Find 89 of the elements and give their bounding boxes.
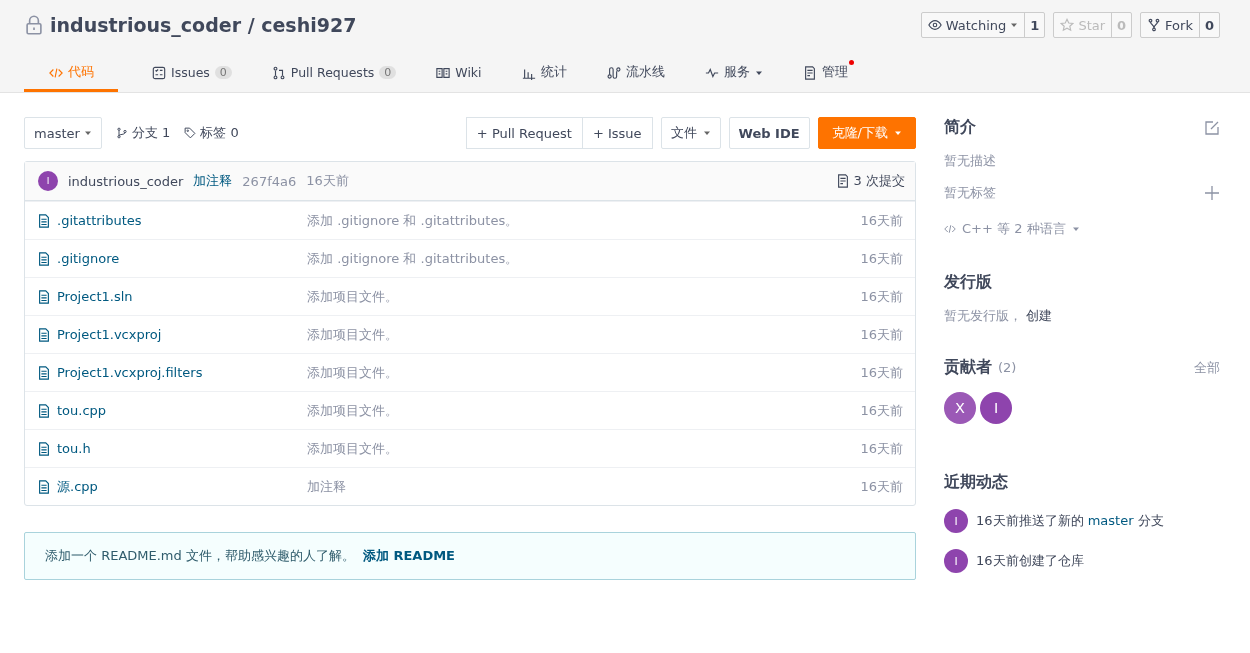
file-icon (37, 403, 51, 418)
caret-icon (1071, 225, 1080, 233)
file-icon (37, 251, 51, 266)
section-title: 贡献者 (944, 357, 992, 378)
file-name[interactable]: tou.cpp (37, 403, 307, 418)
repo-action-count[interactable]: 0 (1198, 13, 1219, 37)
nav-tab[interactable]: 服务 (684, 56, 783, 92)
branch-link[interactable]: master (1087, 513, 1134, 528)
fork-icon (1147, 18, 1162, 32)
lock-icon (24, 15, 44, 35)
pulse-icon (704, 65, 719, 80)
edit-icon (1204, 119, 1220, 136)
file-icon (37, 213, 51, 228)
author-avatar[interactable]: I (38, 171, 58, 191)
nav-tab[interactable]: 统计 (501, 56, 587, 92)
commit-message[interactable]: 加注释 (193, 172, 233, 190)
create-release-link[interactable]: 创建 (1026, 308, 1053, 323)
commit-author[interactable]: industrious_coder (68, 173, 184, 189)
user-avatar[interactable]: I (944, 509, 968, 533)
file-time: 16天前 (860, 325, 903, 344)
create-button[interactable]: + Pull Request (465, 117, 583, 149)
file-name[interactable]: Project1.sln (37, 289, 307, 304)
document-icon (835, 174, 850, 188)
file-name[interactable]: .gitattributes (37, 213, 307, 228)
file-name[interactable]: Project1.vcxproj.filters (37, 365, 307, 380)
file-time: 16天前 (860, 439, 903, 458)
commit-time: 16天前 (306, 172, 349, 190)
commit-count-link[interactable]: 3 次提交 (835, 172, 905, 190)
repo-action-button[interactable]: Watching (921, 13, 1025, 37)
repo-action-button[interactable]: Fork (1141, 13, 1199, 37)
code-icon (944, 223, 956, 235)
nav-tab[interactable]: Wiki (416, 56, 502, 92)
file-time: 16天前 (860, 211, 903, 230)
document-icon (802, 65, 817, 80)
branch-count[interactable]: 分支 1 (115, 124, 171, 142)
contributor-count: (2) (998, 360, 1017, 375)
caret-icon (1010, 21, 1019, 29)
nav-tab[interactable]: 管理 (782, 56, 868, 92)
branch-select[interactable]: master (24, 117, 102, 149)
file-icon (37, 289, 51, 304)
pipeline-icon (606, 65, 621, 80)
create-button[interactable]: + Issue (581, 117, 653, 149)
caret-icon (83, 129, 92, 137)
tag-icon (184, 127, 197, 139)
branch-icon (115, 127, 128, 139)
repo-title: industrious_coder / ceshi927 (50, 14, 357, 36)
file-icon (37, 365, 51, 380)
contributor-avatar[interactable]: X (944, 392, 976, 424)
add-readme-link[interactable]: 添加 README (362, 547, 455, 565)
nav-tab[interactable]: Issues 0 (132, 56, 252, 92)
section-title: 近期动态 (944, 472, 1009, 493)
section-title: 简介 (944, 117, 976, 138)
merge-icon (271, 65, 286, 80)
file-name[interactable]: Project1.vcxproj (37, 327, 307, 342)
section-title: 发行版 (944, 272, 993, 293)
eye-icon (927, 18, 942, 32)
book-icon (436, 65, 451, 80)
file-icon (37, 327, 51, 342)
description-text: 暂无描述 (944, 152, 997, 170)
file-time: 16天前 (860, 249, 903, 268)
file-time: 16天前 (860, 363, 903, 382)
file-time: 16天前 (860, 401, 903, 420)
checklist-icon (152, 65, 166, 80)
nav-tab[interactable]: 流水线 (586, 56, 685, 92)
commit-hash: 267f4a6 (242, 173, 297, 189)
file-name[interactable]: 源.cpp (37, 477, 307, 496)
file-menu-button[interactable]: 文件 (660, 117, 721, 149)
plus-icon (1204, 185, 1220, 201)
ide-button[interactable]: Web IDE (728, 117, 810, 149)
notification-dot (848, 60, 854, 65)
file-icon (37, 441, 51, 456)
user-avatar[interactable]: I (944, 549, 968, 573)
file-name[interactable]: tou.h (37, 441, 307, 456)
releases-text: 暂无发行版， (944, 308, 1022, 323)
repo-action-count[interactable]: 1 (1024, 13, 1045, 37)
caret-icon (894, 129, 902, 137)
tag-count[interactable]: 标签 0 (184, 124, 239, 142)
nav-tab[interactable]: Pull Requests 0 (251, 56, 417, 92)
file-time: 16天前 (860, 477, 903, 496)
caret-icon (702, 129, 711, 137)
file-time: 16天前 (860, 287, 903, 306)
file-icon (37, 479, 51, 494)
notice-text: 添加一个 README.md 文件，帮助感兴趣的人了解。 (45, 547, 355, 565)
star-icon (1060, 18, 1075, 32)
tags-text: 暂无标签 (944, 184, 996, 202)
file-name[interactable]: .gitignore (37, 251, 307, 266)
activity-text: 16天前创建了仓库 (976, 552, 1084, 570)
activity-text: 16天前推送了新的 master 分支 (976, 512, 1164, 530)
contributor-avatar[interactable]: I (980, 392, 1012, 424)
